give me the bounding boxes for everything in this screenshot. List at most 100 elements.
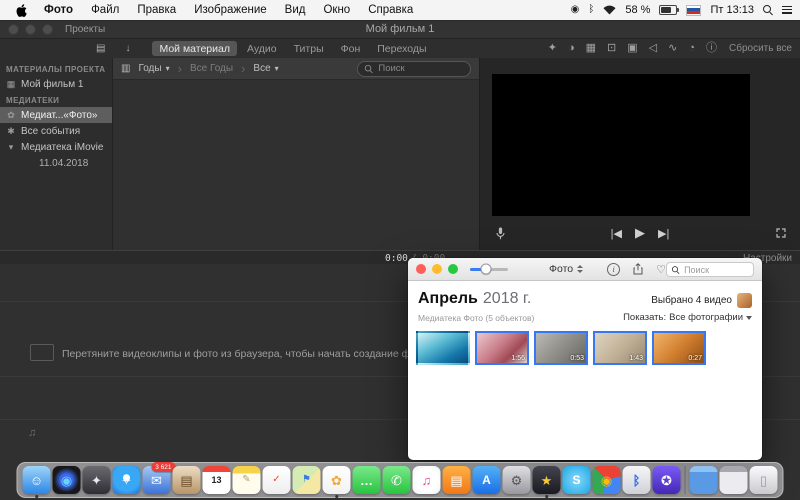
- photos-search-field[interactable]: [666, 262, 754, 277]
- dock-item-itunes[interactable]: ♫: [412, 466, 441, 494]
- share-icon[interactable]: [633, 263, 643, 275]
- imovie-sidebar: МАТЕРИАЛЫ ПРОЕКТА ▦ Мой фильм 1 МЕДИАТЕК…: [0, 58, 113, 250]
- speed-icon[interactable]: ◔: [688, 43, 695, 54]
- voiceover-mic-icon[interactable]: [496, 227, 505, 240]
- dock-item-launchpad[interactable]: ✦: [82, 466, 111, 494]
- tab-audio[interactable]: Аудио: [240, 41, 284, 56]
- thumbnail-photo[interactable]: [416, 331, 470, 365]
- spotlight-icon[interactable]: [763, 5, 773, 15]
- dock-item-bluetooth-exchange[interactable]: ᛒ: [622, 466, 651, 494]
- dock-item-safari[interactable]: ✧: [112, 466, 141, 494]
- previous-button[interactable]: |◀: [611, 227, 622, 240]
- wifi-icon[interactable]: [603, 5, 616, 15]
- crop-icon[interactable]: ⊡: [607, 43, 616, 54]
- input-language-flag-icon[interactable]: [686, 4, 702, 16]
- color-correction-icon[interactable]: ▦: [586, 43, 596, 54]
- dock-item-contacts[interactable]: ▤: [172, 466, 201, 494]
- dock-item-skype[interactable]: S: [562, 466, 591, 494]
- sidebar-item-photos-library[interactable]: ✿ Медиат...«Фото»: [0, 107, 112, 123]
- battery-icon[interactable]: [659, 5, 680, 15]
- noise-reduction-icon[interactable]: ∿: [668, 43, 677, 54]
- sidebar-item-all-events[interactable]: ✱ Все события: [0, 123, 112, 139]
- sidebar-item-label: Все события: [21, 125, 81, 137]
- color-balance-icon[interactable]: ◑: [568, 43, 575, 54]
- notification-center-icon[interactable]: [782, 5, 792, 15]
- search-input[interactable]: [376, 62, 464, 75]
- next-button[interactable]: ▶|: [658, 227, 669, 240]
- browser-search-field[interactable]: [357, 60, 471, 77]
- dock-item-finder[interactable]: ☺: [22, 466, 51, 494]
- favorite-icon[interactable]: ♡: [656, 263, 666, 276]
- dock-app-glyph: 13: [211, 474, 222, 485]
- photos-search-input[interactable]: [682, 263, 749, 276]
- dock-item-chrome[interactable]: ◉: [592, 466, 621, 494]
- play-button[interactable]: ▶: [635, 225, 645, 241]
- fullscreen-icon[interactable]: [776, 228, 786, 238]
- dock-item-ibooks[interactable]: ▤: [442, 466, 471, 494]
- dock-app-glyph: ✎: [242, 474, 251, 485]
- stabilization-icon[interactable]: ▣: [627, 43, 637, 54]
- volume-icon[interactable]: ◁: [649, 43, 657, 54]
- menu-bar-clock[interactable]: Пт 13:13: [710, 4, 754, 16]
- tab-backgrounds[interactable]: Фон: [334, 41, 368, 56]
- status-app-icon[interactable]: ◉: [571, 5, 580, 15]
- dock-app-glyph: ▤: [450, 472, 463, 488]
- sidebar-item-my-movie[interactable]: ▦ Мой фильм 1: [0, 76, 112, 92]
- bluetooth-icon[interactable]: ᛒ: [588, 5, 594, 15]
- dock-app-glyph: ▯: [759, 472, 768, 488]
- dock-item-system-preferences[interactable]: ⚙: [502, 466, 531, 494]
- show-filter-dropdown[interactable]: Показать: Все фотографии: [623, 312, 752, 323]
- dock-item-siri[interactable]: ◉: [52, 466, 81, 494]
- menu-item[interactable]: Окно: [314, 4, 359, 16]
- dock-item-messages[interactable]: …: [352, 466, 381, 494]
- tab-transitions[interactable]: Переходы: [370, 41, 433, 56]
- thumbnail-video-4[interactable]: 0:27: [652, 331, 706, 365]
- dock-item-downloads-folder[interactable]: [689, 466, 718, 494]
- breadcrumb-chevron-icon: ›: [177, 61, 182, 76]
- reset-all-button[interactable]: Сбросить все: [729, 43, 792, 54]
- duration-badge: 1:56: [511, 355, 525, 362]
- tab-titles[interactable]: Титры: [287, 41, 331, 56]
- import-media-icon[interactable]: ▤: [96, 43, 105, 54]
- sidebar-item-imovie-library[interactable]: ▾ Медиатека iMovie: [0, 139, 112, 155]
- dock-item-trash[interactable]: ▯: [749, 466, 778, 494]
- menu-item[interactable]: Файл: [82, 4, 128, 16]
- apple-menu-icon[interactable]: [8, 3, 35, 17]
- dock-item-notes[interactable]: ✎: [232, 466, 261, 494]
- sidebar-toggle-icon[interactable]: ▥: [121, 63, 130, 74]
- menu-item[interactable]: Справка: [359, 4, 422, 16]
- view-popup-button[interactable]: Фото: [549, 258, 584, 280]
- download-icon[interactable]: ↓: [125, 43, 130, 54]
- menu-item[interactable]: Изображение: [185, 4, 275, 16]
- menu-item[interactable]: Вид: [276, 4, 315, 16]
- projects-back-button[interactable]: Проекты: [65, 24, 105, 35]
- thumbnail-zoom-slider[interactable]: [470, 263, 508, 275]
- dock-item-mail[interactable]: ✉ 3 621: [142, 462, 176, 494]
- menu-item[interactable]: Правка: [128, 4, 185, 16]
- thumbnail-video-2[interactable]: 0:53: [534, 331, 588, 365]
- dock-item-photos[interactable]: ✿: [322, 466, 351, 494]
- zoom-button[interactable]: [448, 264, 458, 274]
- minimize-button[interactable]: [432, 264, 442, 274]
- dock-item-imovie[interactable]: ★: [532, 466, 561, 494]
- enhance-icon[interactable]: ✦: [548, 43, 557, 54]
- info-icon[interactable]: i: [607, 262, 621, 276]
- library-icon: ▾: [8, 141, 14, 152]
- thumbnail-video-3[interactable]: 1:43: [593, 331, 647, 365]
- tab-my-media[interactable]: Мой материал: [152, 41, 237, 56]
- sidebar-item-event-date[interactable]: 11.04.2018: [0, 155, 112, 171]
- dock-item-app-store[interactable]: A: [472, 466, 501, 494]
- scope-dropdown[interactable]: Все ▾: [253, 63, 278, 74]
- dock-item-star-app[interactable]: ✪: [652, 466, 681, 494]
- dock-item-facetime[interactable]: ✆: [382, 466, 411, 494]
- group-by-dropdown[interactable]: Годы ▾: [138, 63, 169, 74]
- dock-item-reminders[interactable]: ✓: [262, 466, 291, 494]
- close-button[interactable]: [416, 264, 426, 274]
- dock-item-window-preview[interactable]: [719, 466, 748, 494]
- dock-app-glyph: ◉: [60, 472, 73, 488]
- clip-info-icon[interactable]: ⓘ: [706, 43, 717, 54]
- app-menu[interactable]: Фото: [35, 4, 82, 16]
- thumbnail-video-1[interactable]: 1:56: [475, 331, 529, 365]
- dock-item-maps[interactable]: ⚑: [292, 466, 321, 494]
- dock-item-calendar[interactable]: 13: [202, 466, 231, 494]
